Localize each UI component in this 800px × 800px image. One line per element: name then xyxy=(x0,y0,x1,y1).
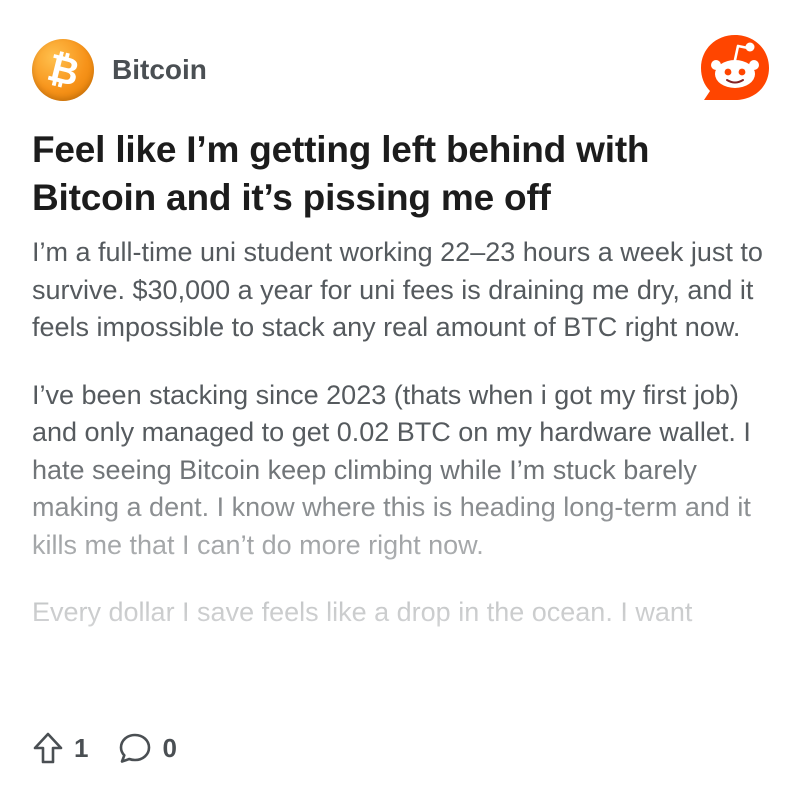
reddit-logo-icon xyxy=(701,35,769,100)
bitcoin-logo-icon[interactable]: ₿ xyxy=(32,39,94,101)
upvote-count: 1 xyxy=(74,732,89,763)
post-header: ₿ Bitcoin xyxy=(32,38,207,102)
post-actions: 1 0 xyxy=(32,726,207,770)
post-paragraph: I’ve been stacking since 2023 (thats whe… xyxy=(32,379,751,560)
comment-count: 0 xyxy=(162,732,177,763)
community-name[interactable]: Bitcoin xyxy=(112,54,207,86)
post-body[interactable]: I’m a full-time uni student working 22–2… xyxy=(32,234,774,700)
post-title[interactable]: Feel like I’m getting left behind with B… xyxy=(32,126,772,222)
comments-button[interactable]: 0 xyxy=(118,732,177,764)
comment-bubble-icon[interactable] xyxy=(118,732,152,764)
post-paragraph: Every dollar I save feels like a drop in… xyxy=(32,597,693,627)
upvote-arrow-icon[interactable] xyxy=(32,731,64,765)
bitcoin-glyph: ₿ xyxy=(42,44,84,96)
upvote-button[interactable]: 1 xyxy=(32,731,88,765)
post-paragraph: I’m a full-time uni student working 22–2… xyxy=(32,237,763,342)
